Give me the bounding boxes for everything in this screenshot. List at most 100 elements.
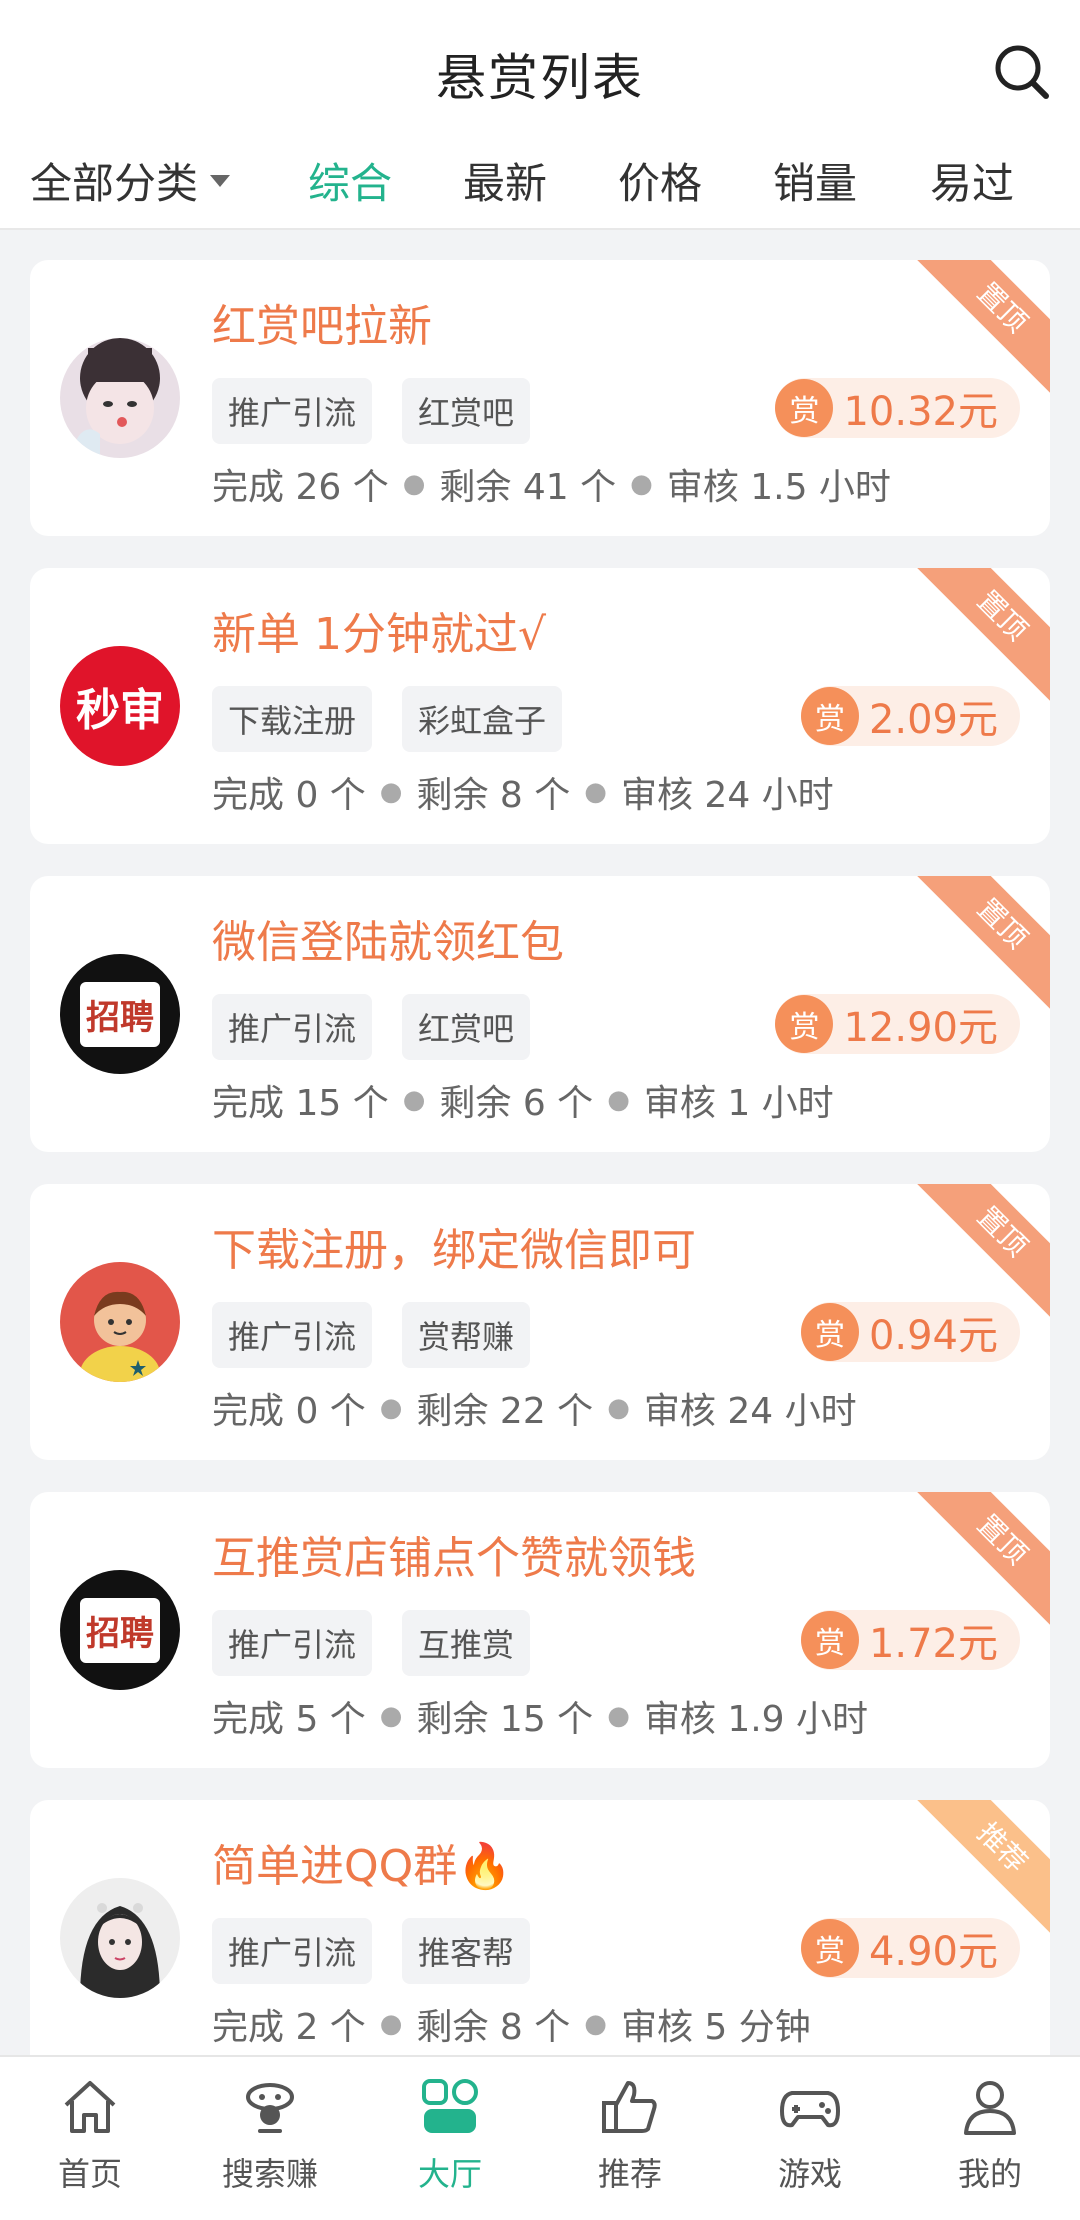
task-card[interactable]: 红赏吧拉新 推广引流 红赏吧 赏 10.32元 完成 26 个 ● 剩余 41 … — [30, 260, 1050, 536]
review-time: 审核 1.5 小时 — [666, 467, 891, 508]
task-tag: 互推赏 — [402, 1610, 531, 1676]
task-title: 红赏吧拉新 — [212, 301, 432, 352]
task-tag: 推广引流 — [212, 1302, 373, 1368]
remaining-count: 剩余 15 个 — [416, 1699, 594, 1740]
separator-dot: ● — [607, 1701, 630, 1731]
reward-coin-icon: 赏 — [800, 1303, 859, 1361]
avatar-text: 招聘 — [80, 1597, 160, 1663]
separator-dot: ● — [584, 777, 607, 807]
search-button[interactable] — [990, 40, 1054, 104]
reward-amount: 4.90元 — [868, 1929, 998, 1975]
separator-dot: ● — [379, 1393, 403, 1423]
nav-games[interactable]: 游戏 — [730, 2075, 890, 2195]
task-tag: 推广引流 — [212, 1918, 373, 1984]
task-tags: 推广引流 红赏吧 — [212, 378, 531, 444]
task-card[interactable]: 招聘 互推赏店铺点个赞就领钱 推广引流 互推赏 赏 1.72元 完成 5 个 ●… — [30, 1492, 1050, 1768]
task-tag: 推广引流 — [212, 994, 373, 1060]
nav-label: 推荐 — [597, 2155, 662, 2193]
separator-dot: ● — [402, 469, 426, 499]
bottom-navigation: 首页 搜索赚 大厅 推荐 游戏 我的 — [0, 2055, 1080, 2220]
avatar: 招聘 — [60, 1570, 180, 1690]
task-title: 下载注册，绑定微信即可 — [212, 1225, 696, 1276]
nav-search-earn[interactable]: 搜索赚 — [190, 2075, 350, 2195]
reward-badge: 赏 2.09元 — [800, 686, 1020, 746]
tab-sales[interactable]: 销量 — [755, 150, 875, 211]
separator-dot: ● — [402, 1085, 426, 1115]
task-card[interactable]: 秒审 新单 1分钟就过√ 下载注册 彩虹盒子 赏 2.09元 完成 0 个 ● … — [30, 568, 1050, 844]
avatar — [60, 1262, 180, 1382]
remaining-count: 剩余 41 个 — [439, 467, 617, 508]
profile-icon — [964, 2081, 1016, 2135]
review-time: 审核 1 小时 — [643, 1083, 834, 1124]
completed-count: 完成 26 个 — [212, 467, 389, 508]
task-tag: 赏帮赚 — [402, 1302, 531, 1368]
completed-count: 完成 5 个 — [212, 1699, 366, 1740]
reward-coin-icon: 赏 — [800, 1611, 859, 1669]
tab-price[interactable]: 价格 — [600, 150, 720, 211]
nav-recommend[interactable]: 推荐 — [550, 2075, 710, 2195]
task-tag: 推客帮 — [402, 1918, 531, 1984]
reward-coin-icon: 赏 — [800, 1919, 859, 1977]
separator-dot: ● — [630, 469, 653, 499]
task-stats: 完成 0 个 ● 剩余 22 个 ● 审核 24 小时 — [212, 1382, 857, 1434]
home-icon — [64, 2081, 116, 2133]
reward-amount: 0.94元 — [868, 1313, 998, 1359]
tab-easy-pass[interactable]: 易过 — [912, 150, 1032, 211]
tab-comprehensive[interactable]: 综合 — [290, 150, 410, 211]
reward-badge: 赏 4.90元 — [800, 1918, 1020, 1978]
completed-count: 完成 15 个 — [212, 1083, 389, 1124]
task-stats: 完成 0 个 ● 剩余 8 个 ● 审核 24 小时 — [212, 766, 834, 818]
nav-label: 搜索赚 — [221, 2155, 318, 2193]
category-label: 全部分类 — [30, 159, 199, 208]
nav-home[interactable]: 首页 — [10, 2075, 170, 2195]
task-tag: 推广引流 — [212, 1610, 373, 1676]
task-tags: 推广引流 互推赏 — [212, 1610, 531, 1676]
task-card[interactable]: 简单进QQ群🔥 推广引流 推客帮 赏 4.90元 完成 2 个 ● 剩余 8 个… — [30, 1800, 1050, 2076]
nav-hall[interactable]: 大厅 — [370, 2075, 530, 2195]
caret-down-icon — [210, 174, 231, 187]
reward-badge: 赏 1.72元 — [800, 1610, 1020, 1670]
reward-amount: 1.72元 — [868, 1621, 998, 1667]
completed-count: 完成 0 个 — [212, 1391, 366, 1432]
task-tag: 彩虹盒子 — [402, 686, 563, 752]
thumbs-up-icon — [602, 2081, 657, 2133]
search-icon — [995, 45, 1049, 99]
gamepad-icon — [780, 2091, 840, 2128]
task-tags: 推广引流 红赏吧 — [212, 994, 531, 1060]
avatar — [60, 1878, 180, 1998]
nav-label: 游戏 — [777, 2155, 842, 2193]
task-list: 红赏吧拉新 推广引流 红赏吧 赏 10.32元 完成 26 个 ● 剩余 41 … — [30, 260, 1050, 2108]
task-stats: 完成 5 个 ● 剩余 15 个 ● 审核 1.9 小时 — [212, 1690, 868, 1742]
avatar — [60, 338, 180, 458]
completed-count: 完成 0 个 — [212, 775, 366, 816]
tab-latest[interactable]: 最新 — [445, 150, 565, 211]
task-title: 微信登陆就领红包 — [212, 917, 564, 968]
task-stats: 完成 15 个 ● 剩余 6 个 ● 审核 1 小时 — [212, 1074, 834, 1126]
filter-bar: 全部分类 综合 最新 价格 销量 易过 — [0, 140, 1080, 210]
task-tags: 推广引流 赏帮赚 — [212, 1302, 531, 1368]
separator-dot: ● — [584, 2009, 607, 2039]
separator-dot: ● — [379, 2009, 403, 2039]
nav-profile[interactable]: 我的 — [910, 2075, 1070, 2195]
separator-dot: ● — [379, 777, 403, 807]
task-tags: 推广引流 推客帮 — [212, 1918, 531, 1984]
nav-label: 首页 — [57, 2155, 122, 2193]
category-dropdown[interactable]: 全部分类 — [30, 150, 231, 211]
reward-badge: 赏 0.94元 — [800, 1302, 1020, 1362]
task-tag: 下载注册 — [212, 686, 373, 752]
remaining-count: 剩余 22 个 — [416, 1391, 594, 1432]
separator-dot: ● — [379, 1701, 403, 1731]
review-time: 审核 5 分钟 — [620, 2007, 811, 2048]
nav-label: 我的 — [957, 2155, 1022, 2193]
task-card[interactable]: 招聘 微信登陆就领红包 推广引流 红赏吧 赏 12.90元 完成 15 个 ● … — [30, 876, 1050, 1152]
task-stats: 完成 26 个 ● 剩余 41 个 ● 审核 1.5 小时 — [212, 458, 891, 510]
task-tag: 红赏吧 — [402, 994, 531, 1060]
task-tag: 红赏吧 — [402, 378, 531, 444]
search-earn-icon — [246, 2083, 294, 2133]
task-card[interactable]: 下载注册，绑定微信即可 推广引流 赏帮赚 赏 0.94元 完成 0 个 ● 剩余… — [30, 1184, 1050, 1460]
top-bar: 悬赏列表 全部分类 综合 最新 价格 销量 易过 — [0, 0, 1080, 230]
completed-count: 完成 2 个 — [212, 2007, 366, 2048]
remaining-count: 剩余 8 个 — [416, 2007, 571, 2048]
page-title: 悬赏列表 — [436, 49, 644, 107]
reward-coin-icon: 赏 — [775, 379, 834, 437]
